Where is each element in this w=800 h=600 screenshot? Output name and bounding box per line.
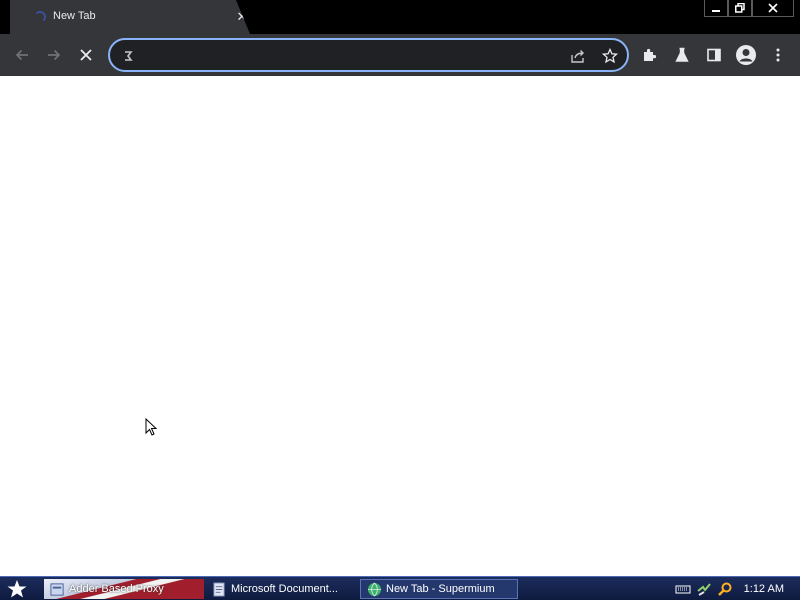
minimize-icon [712, 10, 720, 12]
minimize-button[interactable] [704, 0, 728, 17]
site-info-icon[interactable] [119, 47, 137, 65]
tab-title: New Tab [53, 10, 96, 22]
start-button[interactable] [5, 579, 29, 599]
taskbar-item-proxy[interactable]: Adder Based Proxy [44, 579, 204, 599]
side-panel-icon [707, 48, 721, 62]
network-icon[interactable] [696, 581, 712, 597]
document-icon [213, 581, 225, 597]
arrow-left-icon [15, 49, 28, 61]
profile-button[interactable] [734, 43, 758, 67]
profile-icon [736, 45, 756, 65]
tab-new-tab[interactable]: New Tab ✕ [10, 0, 250, 34]
address-input[interactable] [146, 47, 566, 65]
loading-spinner-icon [34, 11, 46, 23]
browser-toolbar [0, 34, 800, 76]
close-icon [768, 3, 778, 13]
restore-icon [735, 3, 745, 13]
stop-loading-button[interactable] [74, 43, 98, 67]
extensions-button[interactable] [638, 43, 662, 67]
bookmark-star-button[interactable] [601, 47, 619, 65]
title-bar: New Tab ✕ [0, 0, 800, 34]
taskbar-clock[interactable]: 1:12 AM [744, 583, 784, 595]
share-button[interactable] [569, 47, 587, 65]
close-icon [80, 49, 92, 61]
chrome-page-icon [125, 51, 133, 61]
back-button[interactable] [10, 43, 34, 67]
app-icon [50, 582, 64, 596]
omnibox[interactable] [108, 38, 629, 72]
flask-icon [675, 47, 689, 62]
menu-button[interactable] [766, 43, 790, 67]
close-window-button[interactable] [752, 0, 794, 17]
taskbar-item-label: New Tab - Supermium [386, 583, 495, 595]
restore-button[interactable] [728, 0, 752, 17]
search-icon[interactable] [717, 581, 733, 597]
mouse-pointer-icon [145, 418, 158, 436]
globe-icon [367, 582, 382, 596]
arrow-right-icon [48, 49, 61, 61]
taskbar: Adder Based Proxy Microsoft Document... … [0, 576, 800, 600]
more-vert-icon [776, 48, 780, 62]
taskbar-item-browser[interactable]: New Tab - Supermium [360, 579, 518, 599]
system-tray: 1:12 AM [675, 577, 800, 600]
window-controls [704, 0, 794, 18]
labs-button[interactable] [670, 43, 694, 67]
tab-close-button[interactable]: ✕ [234, 9, 250, 25]
forward-button[interactable] [42, 43, 66, 67]
keyboard-icon[interactable] [675, 581, 691, 597]
puzzle-icon [644, 48, 657, 61]
side-panel-button[interactable] [702, 43, 726, 67]
share-icon [571, 50, 584, 63]
star-icon [602, 48, 618, 64]
taskbar-item-label: Microsoft Document... [231, 583, 338, 595]
taskbar-item-document[interactable]: Microsoft Document... [206, 579, 356, 599]
page-content [0, 76, 800, 576]
taskbar-item-label: Adder Based Proxy [69, 583, 164, 595]
